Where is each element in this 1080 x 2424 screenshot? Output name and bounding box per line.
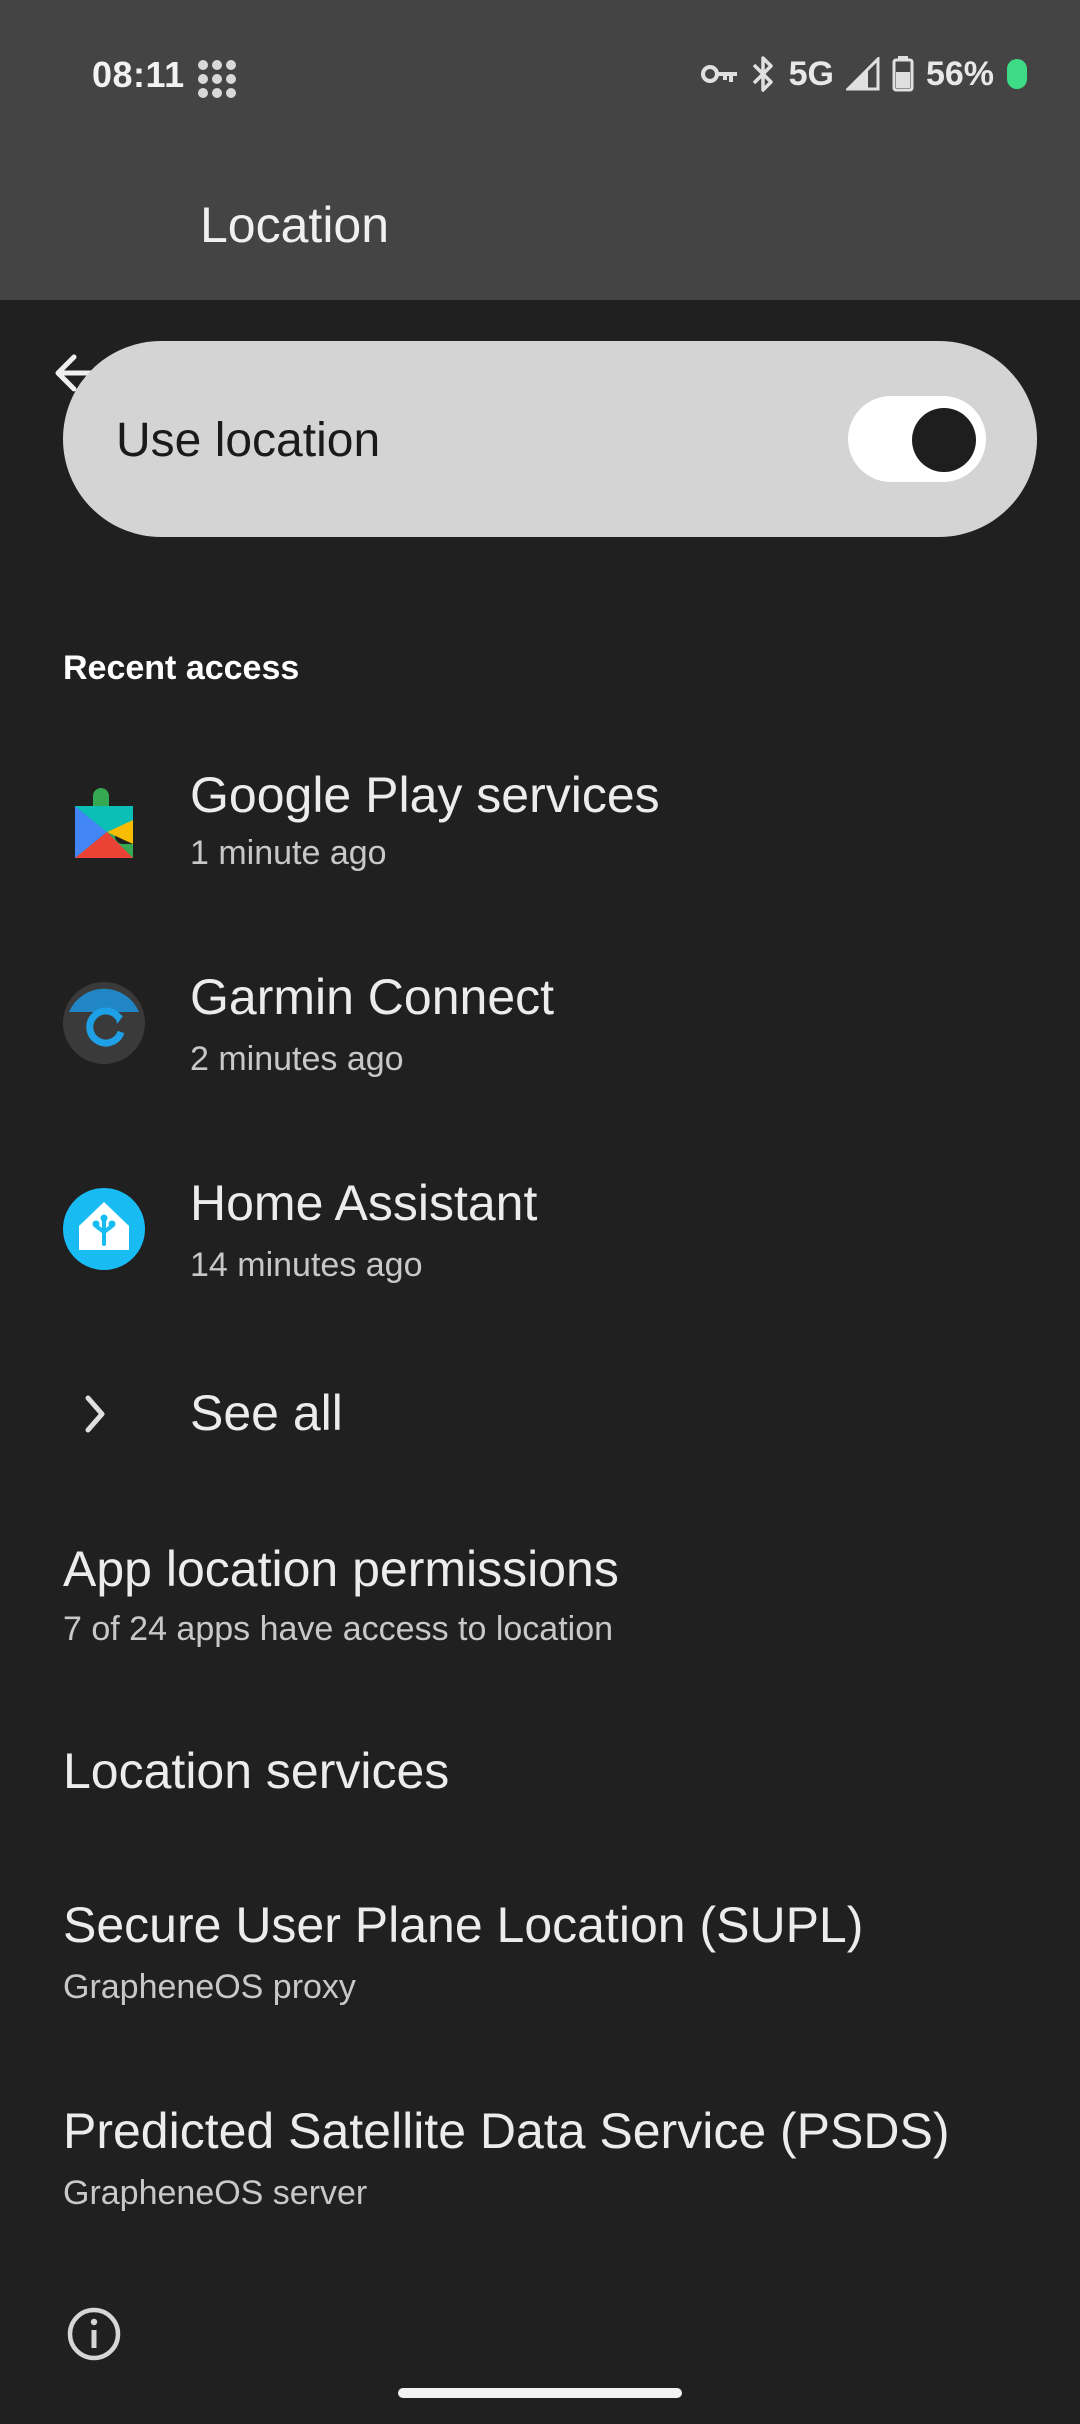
recent-app-home-assistant[interactable]: Home Assistant 14 minutes ago	[0, 1172, 1080, 1342]
charging-dot-icon	[1007, 59, 1027, 89]
app-name: Google Play services	[190, 767, 660, 823]
status-bar: 08:11 5G 56%	[0, 0, 1080, 150]
see-all-row[interactable]: See all	[0, 1370, 1080, 1460]
see-all-label: See all	[190, 1385, 343, 1441]
signal-icon	[845, 57, 880, 91]
setting-title: Secure User Plane Location (SUPL)	[63, 1897, 864, 1953]
setting-title: Location services	[63, 1743, 450, 1799]
info-icon	[67, 2307, 121, 2361]
access-time: 2 minutes ago	[190, 1040, 404, 1078]
vpn-key-icon	[700, 65, 737, 83]
gesture-nav-handle[interactable]	[398, 2388, 682, 2398]
setting-summary: 7 of 24 apps have access to location	[63, 1610, 614, 1648]
app-bar: Location	[0, 150, 1080, 392]
status-icons: 5G 56%	[700, 52, 1028, 96]
dots-grid-icon	[198, 60, 236, 98]
battery-percent: 56%	[925, 54, 994, 93]
app-location-permissions-item[interactable]: App location permissions 7 of 24 apps ha…	[0, 1520, 1080, 1670]
recent-access-header: Recent access	[63, 649, 300, 687]
setting-summary: GrapheneOS proxy	[63, 1968, 356, 2006]
garmin-connect-icon	[63, 982, 145, 1064]
recent-app-google-play-services[interactable]: Google Play services 1 minute ago	[0, 760, 1080, 930]
app-name: Garmin Connect	[190, 969, 555, 1025]
status-time: 08:11	[92, 54, 185, 95]
chevron-right-icon	[85, 1395, 105, 1433]
google-play-services-icon	[75, 788, 133, 858]
switch-knob	[912, 408, 976, 472]
setting-title: Predicted Satellite Data Service (PSDS)	[63, 2103, 950, 2159]
setting-title: App location permissions	[63, 1541, 619, 1597]
access-time: 14 minutes ago	[190, 1246, 423, 1284]
page-title: Location	[200, 197, 390, 253]
supl-item[interactable]: Secure User Plane Location (SUPL) Graphe…	[0, 1880, 1080, 2030]
battery-icon	[892, 56, 914, 92]
location-services-item[interactable]: Location services	[0, 1720, 1080, 1830]
use-location-toggle-card[interactable]: Use location	[63, 341, 1037, 537]
setting-summary: GrapheneOS server	[63, 2174, 368, 2212]
access-time: 1 minute ago	[190, 834, 387, 872]
app-name: Home Assistant	[190, 1175, 538, 1231]
psds-item[interactable]: Predicted Satellite Data Service (PSDS) …	[0, 2086, 1080, 2236]
recent-app-garmin-connect[interactable]: Garmin Connect 2 minutes ago	[0, 966, 1080, 1136]
home-assistant-icon	[63, 1188, 145, 1270]
bluetooth-icon	[752, 56, 773, 92]
use-location-label: Use location	[116, 414, 381, 467]
network-type: 5G	[788, 54, 834, 93]
use-location-switch[interactable]	[848, 396, 986, 482]
